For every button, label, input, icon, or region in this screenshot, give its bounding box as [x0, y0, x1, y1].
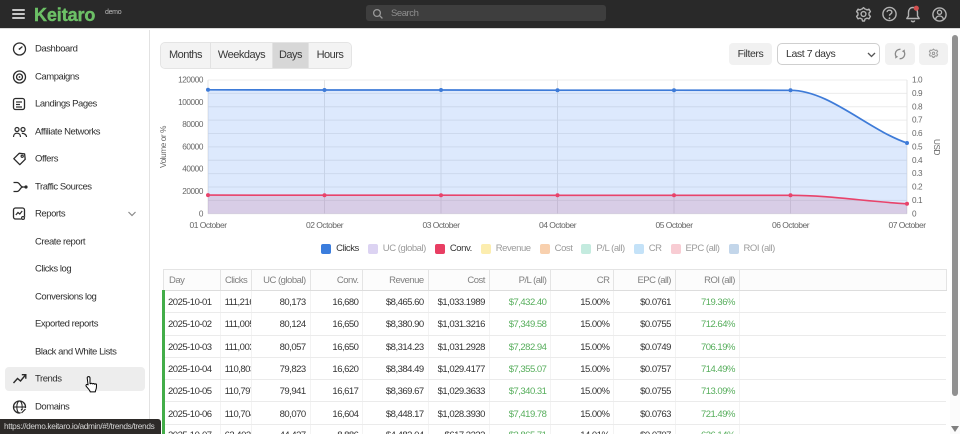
svg-text:01 October: 01 October [189, 220, 227, 230]
svg-text:0.1: 0.1 [912, 196, 923, 205]
svg-text:06 October: 06 October [772, 220, 810, 230]
svg-text:02 October: 02 October [306, 220, 344, 230]
svg-text:0.8: 0.8 [912, 102, 923, 111]
svg-text:03 October: 03 October [422, 220, 460, 230]
svg-text:0.7: 0.7 [912, 116, 923, 125]
svg-text:0: 0 [199, 209, 204, 218]
svg-text:80000: 80000 [182, 120, 204, 129]
svg-text:Volume or %: Volume or % [159, 126, 168, 168]
svg-text:07 October: 07 October [888, 220, 926, 230]
svg-text:05 October: 05 October [655, 220, 693, 230]
svg-text:0: 0 [912, 209, 917, 218]
svg-text:0.2: 0.2 [912, 183, 923, 192]
svg-text:1.0: 1.0 [912, 76, 923, 85]
svg-text:100000: 100000 [178, 98, 204, 107]
svg-text:0.6: 0.6 [912, 129, 923, 138]
svg-text:60000: 60000 [182, 142, 204, 151]
svg-text:20000: 20000 [182, 187, 204, 196]
svg-text:0.3: 0.3 [912, 169, 923, 178]
svg-text:0.4: 0.4 [912, 156, 923, 165]
svg-text:0.5: 0.5 [912, 142, 923, 151]
svg-text:0.9: 0.9 [912, 89, 923, 98]
svg-text:USD: USD [932, 139, 941, 156]
svg-text:04 October: 04 October [539, 220, 577, 230]
svg-text:120000: 120000 [178, 76, 204, 85]
svg-text:40000: 40000 [182, 165, 204, 174]
